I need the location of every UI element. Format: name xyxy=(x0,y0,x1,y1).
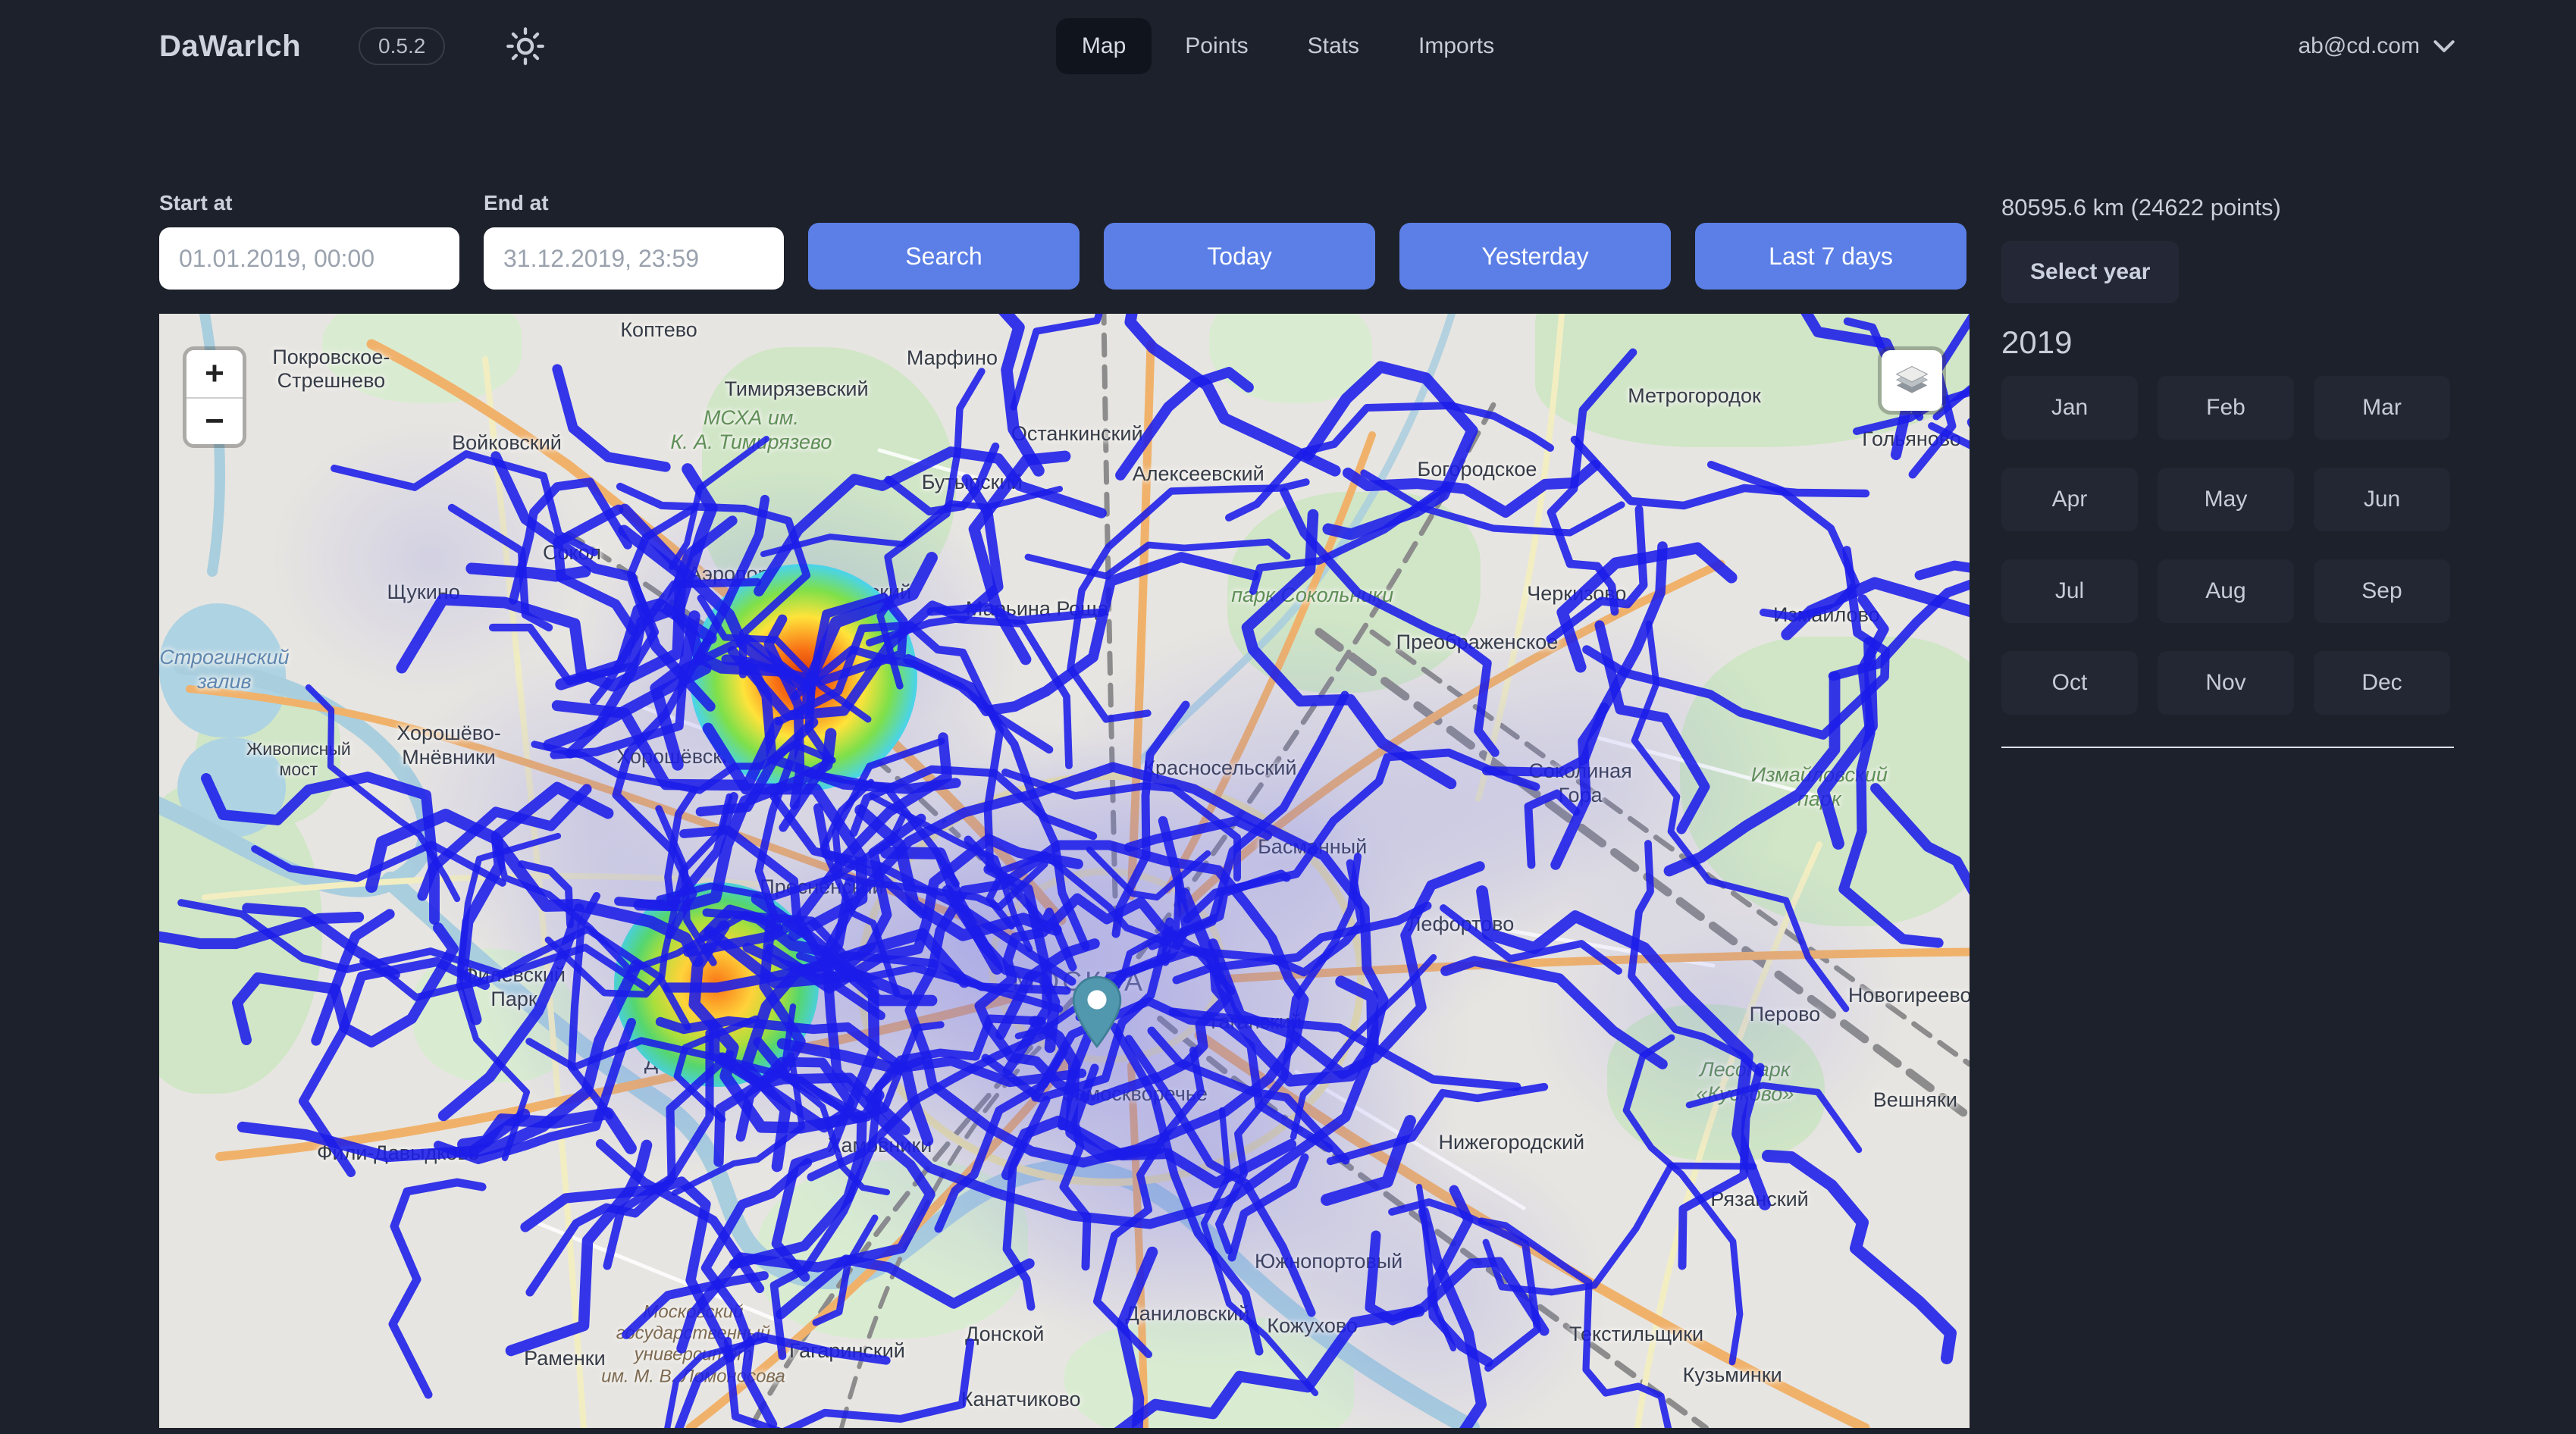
yesterday-button[interactable]: Yesterday xyxy=(1399,223,1671,290)
end-at-label: End at xyxy=(484,191,784,215)
gps-tracks-layer xyxy=(159,314,1970,1428)
version-badge: 0.5.2 xyxy=(359,27,445,65)
theme-toggle[interactable] xyxy=(506,27,545,66)
map-viewport[interactable]: КоптевоПокровское- СтрешневоВойковскийТи… xyxy=(159,314,1970,1428)
month-button-may[interactable]: May xyxy=(2158,468,2294,531)
filter-bar: Start at End at Search Today Yesterday L… xyxy=(159,191,1970,290)
distance-stats: 80595.6 km (24622 points) xyxy=(2001,194,2456,221)
month-button-oct[interactable]: Oct xyxy=(2001,651,2138,715)
year-heading: 2019 xyxy=(2001,324,2456,361)
sun-icon xyxy=(506,27,545,66)
location-pin[interactable] xyxy=(1070,975,1123,1052)
last-7-days-button[interactable]: Last 7 days xyxy=(1695,223,1966,290)
user-menu[interactable]: ab@cd.com xyxy=(2298,33,2455,59)
tab-imports[interactable]: Imports xyxy=(1393,18,1520,74)
sidebar-divider xyxy=(2001,747,2454,748)
tab-stats[interactable]: Stats xyxy=(1282,18,1385,74)
user-email: ab@cd.com xyxy=(2298,33,2420,59)
start-at-label: Start at xyxy=(159,191,459,215)
zoom-out-button[interactable]: − xyxy=(186,397,243,444)
end-at-field: End at xyxy=(484,191,784,290)
page-content: Start at End at Search Today Yesterday L… xyxy=(0,92,2576,1428)
tab-map[interactable]: Map xyxy=(1056,18,1152,74)
app-logo: DaWarIch xyxy=(159,30,301,64)
month-button-mar[interactable]: Mar xyxy=(2314,376,2450,440)
today-button[interactable]: Today xyxy=(1104,223,1375,290)
main-nav: Map Points Stats Imports xyxy=(1056,18,1520,74)
month-button-apr[interactable]: Apr xyxy=(2001,468,2138,531)
right-sidebar: 80595.6 km (24622 points) Select year 20… xyxy=(2001,191,2456,1428)
map-column: Start at End at Search Today Yesterday L… xyxy=(159,191,1970,1428)
month-button-sep[interactable]: Sep xyxy=(2314,559,2450,623)
month-button-jul[interactable]: Jul xyxy=(2001,559,2138,623)
select-year-button[interactable]: Select year xyxy=(2001,241,2179,303)
month-button-aug[interactable]: Aug xyxy=(2158,559,2294,623)
zoom-in-button[interactable]: + xyxy=(186,350,243,397)
start-at-field: Start at xyxy=(159,191,459,290)
layers-icon xyxy=(1894,365,1930,396)
map-layers-control[interactable] xyxy=(1882,350,1942,411)
map-zoom-control: + − xyxy=(186,350,243,444)
month-button-jan[interactable]: Jan xyxy=(2001,376,2138,440)
month-button-feb[interactable]: Feb xyxy=(2158,376,2294,440)
start-at-input[interactable] xyxy=(159,227,459,290)
month-grid: Jan Feb Mar Apr May Jun Jul Aug Sep Oct … xyxy=(2001,376,2456,715)
search-button[interactable]: Search xyxy=(808,223,1080,290)
month-button-jun[interactable]: Jun xyxy=(2314,468,2450,531)
chevron-down-icon xyxy=(2433,39,2455,53)
month-button-nov[interactable]: Nov xyxy=(2158,651,2294,715)
app-header: DaWarIch 0.5.2 Map Points Stats Imports … xyxy=(0,0,2576,92)
tab-points[interactable]: Points xyxy=(1159,18,1274,74)
end-at-input[interactable] xyxy=(484,227,784,290)
month-button-dec[interactable]: Dec xyxy=(2314,651,2450,715)
